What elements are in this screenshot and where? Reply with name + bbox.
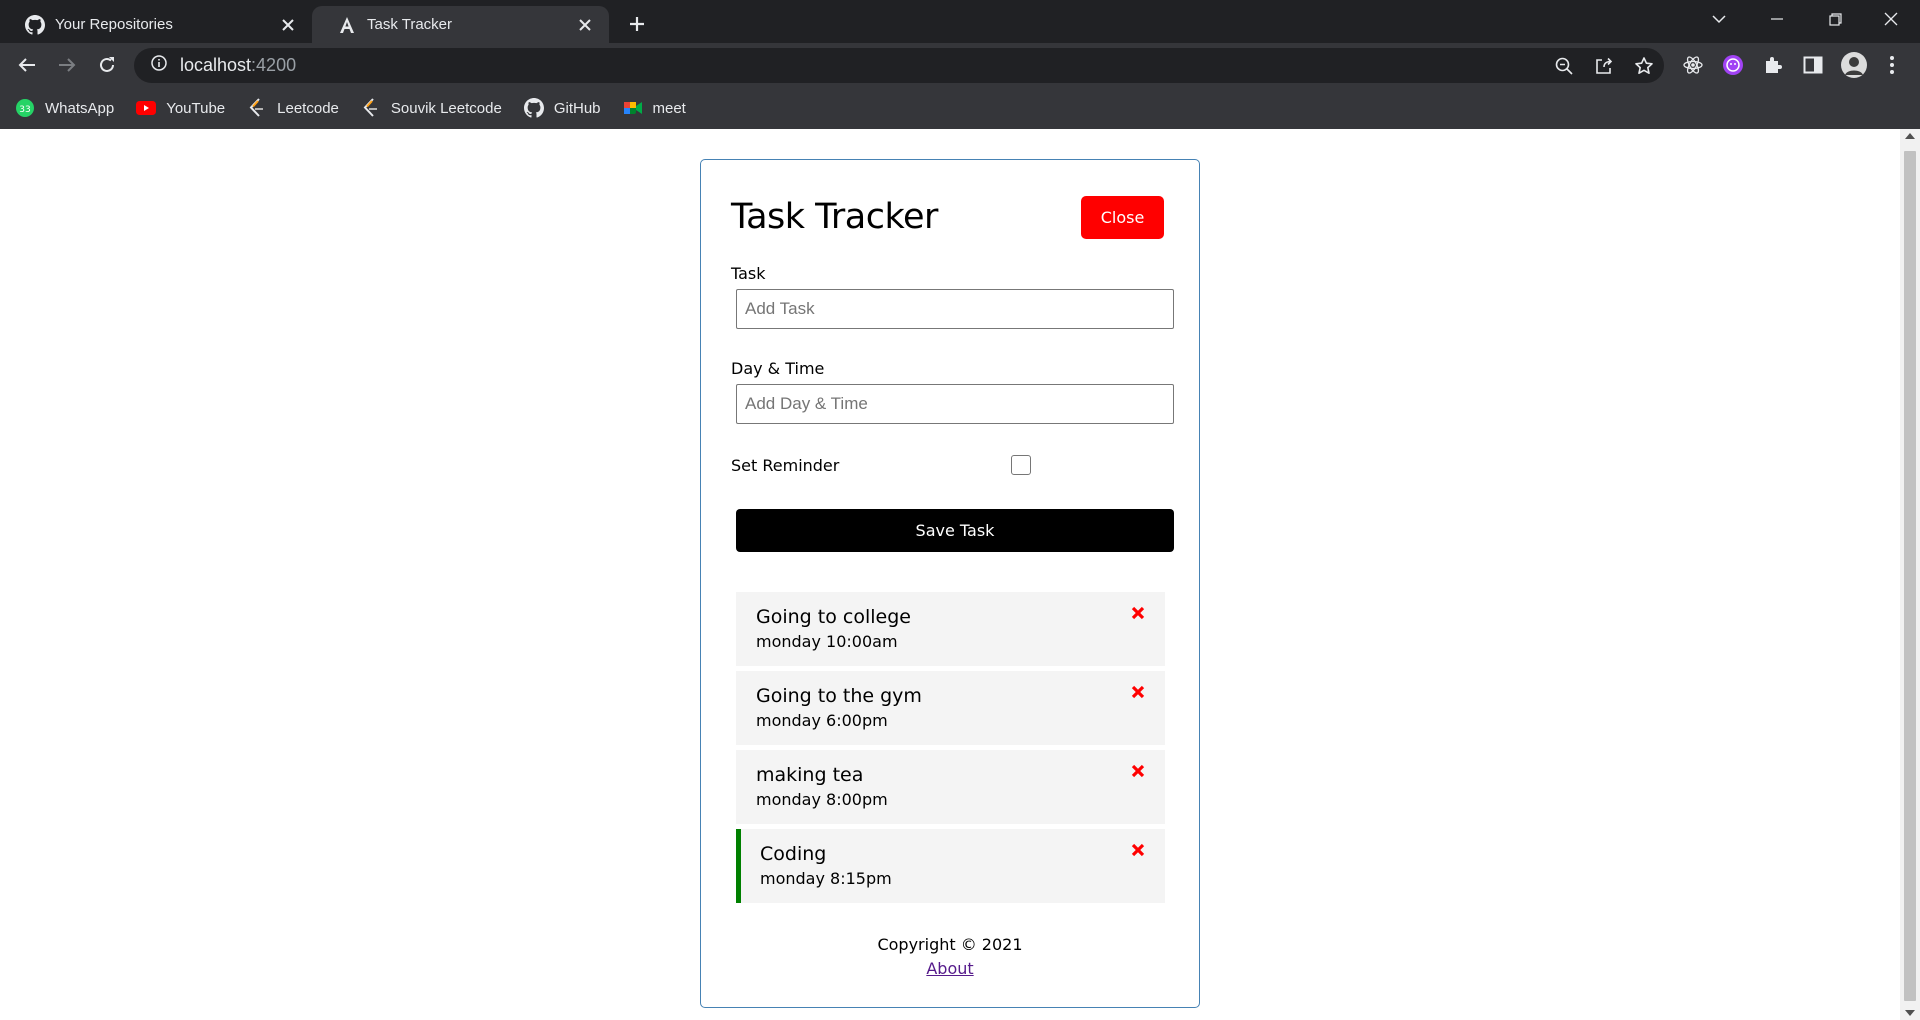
back-arrow-icon[interactable]	[11, 49, 43, 81]
task-item[interactable]: Going to the gym monday 6:00pm	[736, 671, 1165, 745]
svg-text:33: 33	[19, 105, 30, 115]
leetcode-icon	[360, 97, 382, 119]
task-text: making tea	[756, 764, 864, 786]
day-time-label: Day & Time	[731, 359, 825, 378]
task-list: Going to college monday 10:00am Going to…	[736, 592, 1165, 903]
day-field-group: Day & Time	[731, 359, 1174, 424]
tab-search-chevron-down-icon[interactable]	[1690, 0, 1748, 38]
delete-x-icon[interactable]	[1129, 841, 1147, 859]
task-label: Task	[731, 264, 766, 283]
day-time-input[interactable]	[736, 384, 1174, 424]
youtube-icon	[135, 97, 157, 119]
vertical-scrollbar[interactable]	[1900, 129, 1920, 1020]
restore-icon[interactable]	[1806, 0, 1864, 38]
task-text: Coding	[760, 843, 827, 865]
bookmark-label: WhatsApp	[45, 99, 115, 117]
copyright-text: Copyright © 2021	[877, 935, 1023, 954]
delete-x-icon[interactable]	[1129, 762, 1147, 780]
reminder-checkbox[interactable]	[1011, 455, 1031, 475]
reminder-field-group: Set Reminder	[731, 454, 1169, 476]
app-header: Task Tracker Close	[731, 195, 1169, 239]
share-icon[interactable]	[1592, 54, 1616, 78]
meet-icon	[622, 97, 644, 119]
star-icon[interactable]	[1632, 54, 1656, 78]
page-viewport: Task Tracker Close Task Day & Time Set R…	[0, 129, 1900, 1020]
task-item[interactable]: Going to college monday 10:00am	[736, 592, 1165, 666]
bookmark-label: YouTube	[166, 99, 226, 117]
info-icon[interactable]	[151, 55, 167, 76]
kebab-menu-icon[interactable]	[1880, 53, 1904, 77]
delete-x-icon[interactable]	[1129, 604, 1147, 622]
browser-toolbar: localhost:4200	[0, 43, 1920, 87]
task-tracker-card: Task Tracker Close Task Day & Time Set R…	[700, 159, 1200, 1008]
bookmarks-bar: 33 WhatsApp YouTube Leetcode Souvik Leet…	[0, 87, 1920, 129]
forward-arrow-icon[interactable]	[51, 49, 83, 81]
scroll-down-arrow-icon[interactable]	[1905, 1010, 1915, 1016]
task-field-group: Task	[731, 264, 1174, 329]
minimize-icon[interactable]	[1748, 0, 1806, 38]
reminder-label: Set Reminder	[731, 455, 840, 475]
task-item[interactable]: making tea monday 8:00pm	[736, 750, 1165, 824]
bookmark-label: Leetcode	[277, 99, 339, 117]
add-task-form: Task Day & Time Set Reminder Save Task	[731, 264, 1174, 552]
task-day: monday 8:15pm	[760, 869, 892, 888]
about-link[interactable]: About	[926, 959, 973, 978]
bookmark-souvik-leetcode[interactable]: Souvik Leetcode	[360, 94, 502, 122]
task-day: monday 6:00pm	[756, 711, 888, 730]
extension-purple-icon[interactable]	[1721, 53, 1745, 77]
tab-your-repositories[interactable]: Your Repositories	[0, 6, 312, 43]
bookmark-meet[interactable]: meet	[622, 94, 686, 122]
github-icon	[523, 97, 545, 119]
task-item-reminder[interactable]: Coding monday 8:15pm	[736, 829, 1165, 903]
task-text: Going to the gym	[756, 685, 922, 707]
task-day: monday 10:00am	[756, 632, 898, 651]
task-day: monday 8:00pm	[756, 790, 888, 809]
scroll-up-arrow-icon[interactable]	[1905, 133, 1915, 139]
close-icon[interactable]	[278, 15, 298, 35]
scrollbar-thumb[interactable]	[1904, 151, 1916, 1001]
leetcode-icon	[246, 97, 268, 119]
bookmark-youtube[interactable]: YouTube	[135, 94, 225, 122]
whatsapp-icon: 33	[14, 97, 36, 119]
page-footer: Copyright © 2021 About	[731, 933, 1169, 981]
github-icon	[25, 14, 45, 35]
browser-tabstrip: Your Repositories Task Tracker	[0, 0, 1920, 43]
react-devtools-icon[interactable]	[1681, 53, 1705, 77]
url-text: localhost:4200	[180, 55, 296, 76]
address-bar[interactable]: localhost:4200	[134, 48, 1664, 83]
bookmark-leetcode[interactable]: Leetcode	[246, 94, 339, 122]
close-button[interactable]: Close	[1081, 195, 1164, 239]
task-input[interactable]	[736, 289, 1174, 329]
bookmark-whatsapp[interactable]: 33 WhatsApp	[14, 94, 114, 122]
close-window-icon[interactable]	[1862, 0, 1920, 38]
new-tab-button[interactable]	[623, 10, 651, 38]
page-title: Task Tracker	[731, 197, 938, 237]
puzzle-extensions-icon[interactable]	[1761, 53, 1785, 77]
bookmark-github[interactable]: GitHub	[523, 94, 601, 122]
tab-title: Task Tracker	[367, 16, 453, 33]
url-host: localhost	[180, 55, 252, 75]
close-icon[interactable]	[575, 15, 595, 35]
task-text: Going to college	[756, 606, 911, 628]
tab-title: Your Repositories	[55, 16, 173, 33]
angular-icon	[337, 15, 357, 35]
save-task-button[interactable]: Save Task	[736, 509, 1174, 552]
bookmark-label: Souvik Leetcode	[390, 99, 502, 117]
tab-task-tracker[interactable]: Task Tracker	[312, 6, 609, 43]
url-port: :4200	[251, 55, 297, 75]
bookmark-label: meet	[652, 99, 686, 117]
bookmark-label: GitHub	[553, 99, 601, 117]
reload-icon[interactable]	[91, 49, 123, 81]
delete-x-icon[interactable]	[1129, 683, 1147, 701]
side-panel-icon[interactable]	[1801, 53, 1825, 77]
profile-avatar[interactable]	[1840, 51, 1868, 79]
zoom-icon[interactable]	[1552, 54, 1576, 78]
